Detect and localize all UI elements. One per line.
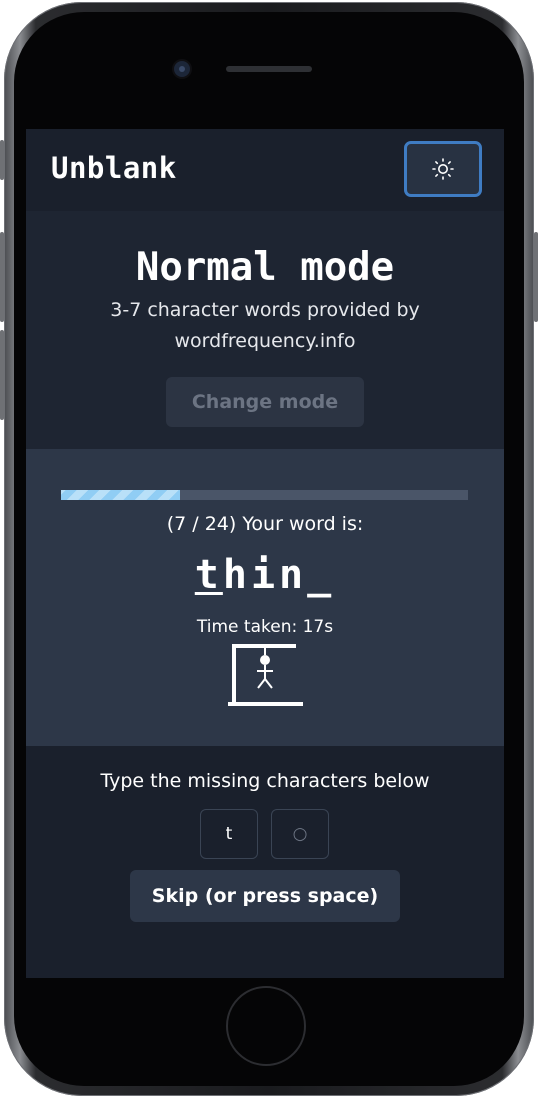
- mode-panel: Normal mode 3-7 character words provided…: [26, 211, 504, 449]
- word-letter: t: [194, 552, 223, 598]
- app-screen: Unblank Normal mode 3-7 character words …: [26, 129, 504, 978]
- phone-volume-up: [0, 232, 4, 322]
- char-input-1[interactable]: [200, 809, 258, 859]
- app-title[interactable]: Unblank: [51, 151, 177, 185]
- camera-icon: [174, 61, 190, 77]
- theme-toggle-button[interactable]: [404, 141, 482, 197]
- input-instructions: Type the missing characters below: [100, 770, 430, 792]
- phone-mute-switch: [0, 140, 4, 180]
- word-letter: h: [222, 552, 251, 598]
- mode-description: 3-7 character words provided by wordfreq…: [110, 299, 420, 352]
- home-button[interactable]: [226, 986, 306, 1066]
- word-letter: n: [279, 552, 308, 598]
- char-input-2[interactable]: [271, 809, 329, 859]
- speaker-grille: [226, 66, 312, 72]
- skip-button[interactable]: Skip (or press space): [130, 870, 400, 922]
- progress-bar: [61, 490, 468, 500]
- word-display: thin_: [26, 552, 504, 598]
- sun-icon: [432, 158, 454, 180]
- app-header: Unblank: [26, 129, 504, 211]
- progress-bar-fill: [61, 490, 180, 500]
- word-count-label: (7 / 24) Your word is:: [166, 513, 364, 535]
- phone-power-button: [534, 232, 538, 322]
- time-taken-label: Time taken: 17s: [196, 617, 334, 637]
- word-letter: _: [307, 552, 336, 598]
- word-letter: i: [250, 552, 280, 598]
- game-panel: (7 / 24) Your word is: thin_ Time taken:…: [26, 449, 504, 746]
- hangman-figure-icon: [228, 644, 303, 706]
- mode-title: Normal mode: [135, 245, 395, 290]
- change-mode-button[interactable]: Change mode: [166, 377, 364, 427]
- phone-volume-down: [0, 330, 4, 420]
- input-panel: Type the missing characters below Skip (…: [26, 746, 504, 978]
